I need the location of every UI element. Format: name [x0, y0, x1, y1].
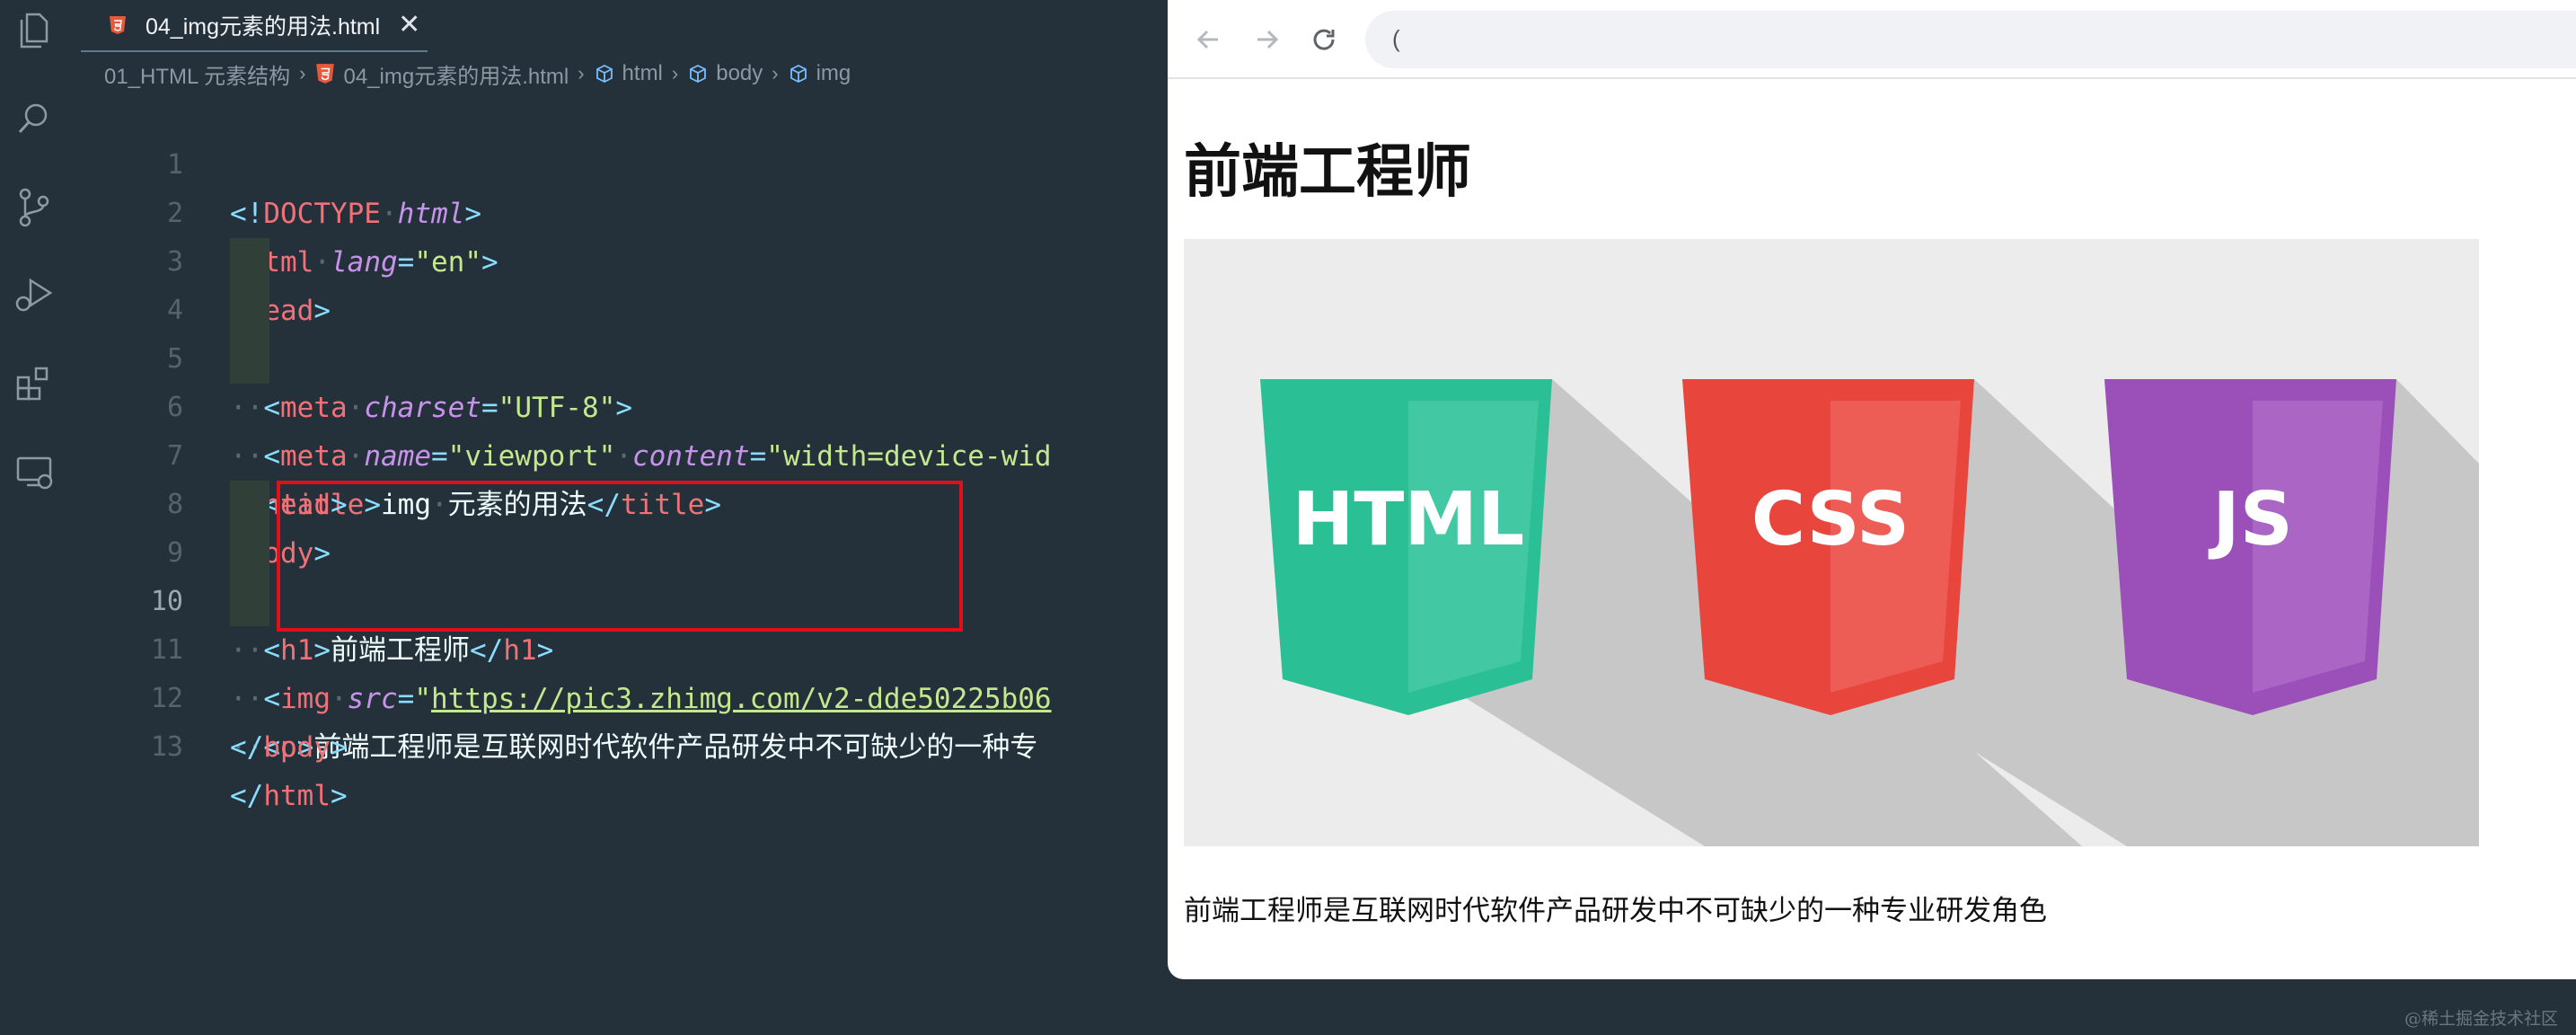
highlight-annotation-box — [277, 481, 963, 632]
browser-window: ( 前端工程师 HTML CSS JS 前端工程师是互联网时代软件产品研发中不可… — [1168, 0, 2576, 979]
extensions-icon[interactable] — [11, 359, 57, 406]
indent-guide — [230, 238, 269, 287]
breadcrumb-element-img[interactable]: img — [788, 61, 851, 86]
code-line: 2 <html·lang="en"> — [72, 141, 1168, 279]
explorer-icon[interactable] — [11, 7, 57, 54]
browser-toolbar: ( — [1168, 0, 2576, 79]
code-line: 1 <!DOCTYPE·html> — [72, 93, 1168, 230]
css-logo-label: CSS — [1751, 477, 1910, 562]
remote-explorer-icon[interactable] — [11, 447, 57, 494]
indent-guide — [230, 578, 269, 626]
code-line: 4 ··<meta·charset="UTF-8"> — [72, 238, 1168, 424]
cube-icon — [790, 64, 807, 84]
breadcrumb-folder[interactable]: 01_HTML 元素结构 — [104, 58, 290, 90]
chevron-right-icon: › — [299, 62, 306, 84]
indent-guide — [230, 287, 269, 335]
code-line: 5 ··<meta·name="viewport"·content="width… — [72, 287, 1168, 473]
page-heading: 前端工程师 — [1184, 139, 1471, 206]
forward-arrow-icon[interactable] — [1248, 22, 1284, 58]
html-css-js-logos-image: HTML CSS JS — [1184, 239, 2479, 846]
cube-icon — [595, 64, 613, 84]
breadcrumb-file-label: 04_img元素的用法.html — [343, 64, 569, 89]
code-line: 13 </html> — [72, 675, 1168, 812]
source-control-icon[interactable] — [11, 183, 57, 230]
code-text: </body> — [230, 731, 348, 764]
code-text: ··<p>前端工程师是互联网时代软件产品研发中不可缺少的一种专 — [230, 731, 1038, 764]
html5-file-icon — [316, 64, 335, 84]
address-bar[interactable]: ( — [1365, 11, 2576, 68]
code-line: 12 </body> — [72, 626, 1168, 764]
activity-bar — [0, 0, 72, 1035]
tab-label: 04_img元素的用法.html — [146, 14, 381, 40]
code-line: 8 <body> — [72, 432, 1168, 570]
breadcrumb-element-body[interactable]: body — [687, 61, 763, 86]
back-arrow-icon[interactable] — [1191, 22, 1227, 58]
breadcrumb-file[interactable]: 04_img元素的用法.html — [314, 58, 569, 90]
tab-close-icon[interactable]: ✕ — [398, 12, 420, 39]
page-paragraph: 前端工程师是互联网时代软件产品研发中不可缺少的一种专业研发角色 — [1184, 895, 2047, 927]
page-image: HTML CSS JS — [1184, 239, 2479, 846]
html5-file-icon — [110, 16, 126, 34]
indent-guide — [230, 335, 269, 384]
indent-guide — [230, 481, 269, 529]
chevron-right-icon: › — [772, 62, 779, 84]
line-number: 13 — [150, 731, 183, 763]
indent-guide — [230, 529, 269, 578]
address-bar-text: ( — [1392, 25, 1400, 52]
code-line: 3 <head> — [72, 190, 1168, 327]
breadcrumb-element-label: img — [816, 61, 851, 85]
search-icon[interactable] — [11, 95, 57, 142]
js-logo-label: JS — [2208, 477, 2293, 562]
cube-icon — [690, 64, 707, 84]
code-line: 7 </head> — [72, 384, 1168, 521]
code-line: 6 ··<title>img·元素的用法</title> — [72, 335, 1168, 521]
reload-icon[interactable] — [1306, 22, 1342, 58]
chevron-right-icon: › — [671, 62, 679, 84]
breadcrumb-element-html[interactable]: html — [594, 61, 663, 86]
html-logo-label: HTML — [1292, 477, 1524, 562]
code-text: </html> — [230, 780, 348, 812]
code-editor[interactable]: 04_img元素的用法.html ✕ 01_HTML 元素结构 › 04_img… — [72, 0, 1168, 1035]
breadcrumb-element-label: body — [716, 61, 763, 85]
editor-tab[interactable]: 04_img元素的用法.html ✕ — [81, 0, 428, 52]
breadcrumb-element-label: html — [622, 61, 663, 85]
run-debug-icon[interactable] — [11, 271, 57, 318]
breadcrumb: 01_HTML 元素结构 › 04_img元素的用法.html › html ›… — [104, 58, 851, 90]
watermark: @稀土掘金技术社区 — [2404, 1009, 2558, 1029]
chevron-right-icon: › — [578, 62, 585, 84]
